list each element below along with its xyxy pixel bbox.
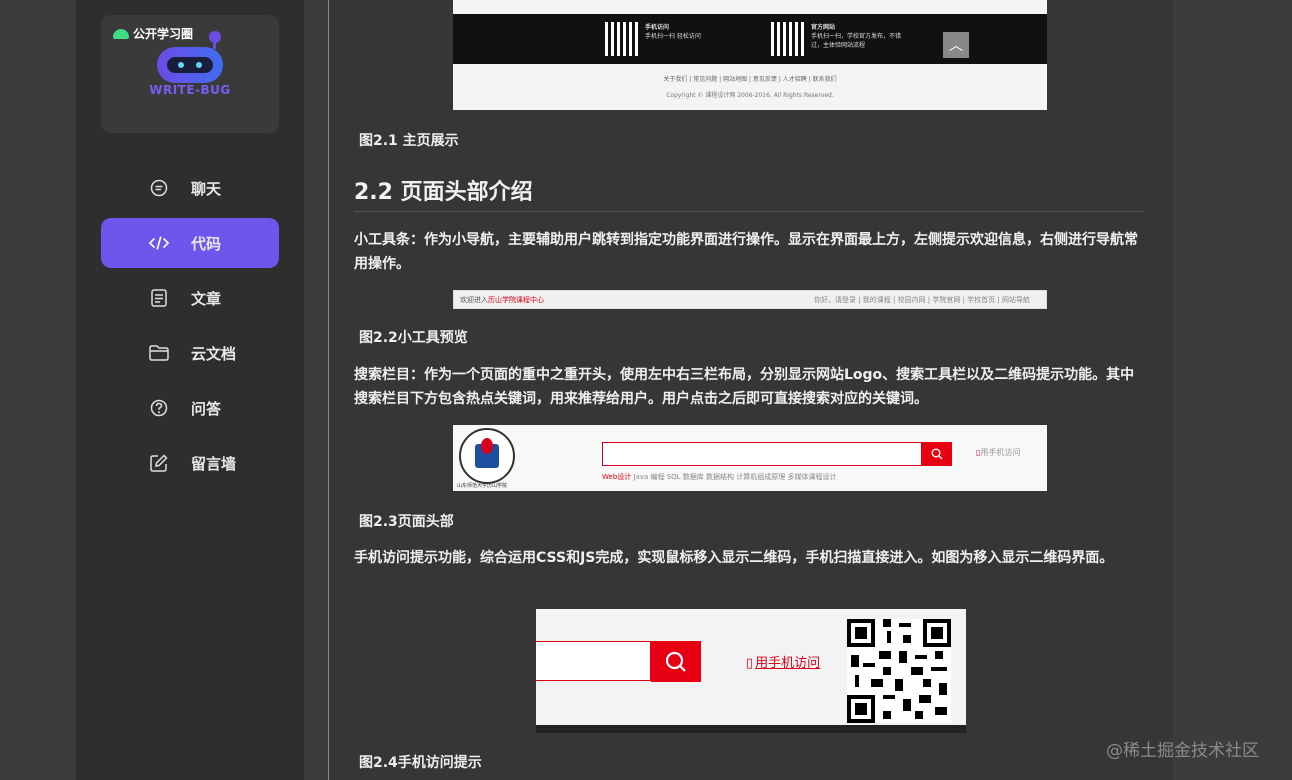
logo-badge-text: 公开学习圈 xyxy=(133,27,194,41)
section-heading: 2.2 页面头部介绍 xyxy=(354,180,533,205)
back-to-top-icon: ︿ xyxy=(943,32,969,58)
qr-code-icon xyxy=(771,22,805,56)
figure-page-header: 山东师范大学历山学院 ▯用手机访问 Web设计 Java 编程 SQL 数据库 … xyxy=(453,425,1047,491)
sidebar-item-label: 聊天 xyxy=(191,179,222,198)
chat-icon xyxy=(149,178,169,198)
sidebar-item-message-wall[interactable]: 留言墙 xyxy=(101,438,279,488)
logo-badge: 公开学习圈 xyxy=(113,25,193,42)
edit-icon xyxy=(149,453,169,473)
school-emblem-icon xyxy=(459,428,515,484)
sidebar-nav: 聊天 代码 文章 云文档 问答 留言墙 xyxy=(101,163,279,493)
figure-caption: 图2.3页面头部 xyxy=(359,514,454,530)
figure-homepage-footer: 手机访问 手机扫一扫 轻松访问 官方网站 手机扫一扫，学校官方发布，不错过，主体… xyxy=(453,0,1047,110)
qr-code-icon xyxy=(605,22,639,56)
figure-caption: 图2.1 主页展示 xyxy=(359,133,459,149)
sidebar-item-cloud-docs[interactable]: 云文档 xyxy=(101,328,279,378)
qr-code-icon xyxy=(847,619,951,723)
phone-icon: ▯ xyxy=(746,656,754,671)
heading-divider xyxy=(354,211,1145,212)
logo-text: WRITE-BUG xyxy=(149,83,231,97)
sidebar-item-label: 问答 xyxy=(191,399,222,418)
right-pane xyxy=(1173,0,1292,780)
figure-bottom-bar xyxy=(536,725,966,733)
article-icon xyxy=(149,288,169,308)
mobile-access-link: ▯用手机访问 xyxy=(976,447,1020,458)
figure-caption: 图2.4手机访问提示 xyxy=(359,755,482,771)
search-icon xyxy=(922,442,952,466)
figure-caption: 图2.2小工具预览 xyxy=(359,330,468,346)
paragraph: 搜索栏目：作为一个页面的重中之重开头，使用左中右三栏布局，分别显示网站Logo、… xyxy=(354,367,1135,407)
hot-keywords: Web设计 Java 编程 SQL 数据库 数据结构 计算机组成原理 多媒体课程… xyxy=(602,472,836,482)
footer-links: 关于我们 | 常见问题 | 网站地图 | 意见反馈 | 人才招聘 | 联系我们 xyxy=(663,76,837,83)
footer-dark-band: 手机访问 手机扫一扫 轻松访问 官方网站 手机扫一扫，学校官方发布，不错过，主体… xyxy=(453,14,1047,64)
left-gutter xyxy=(0,0,76,780)
toolbar-links: 你好，请登录 | 我的课程 | 校园内网 | 学院官网 | 学校首页 | 网站导… xyxy=(813,296,1030,304)
article-content: 手机访问 手机扫一扫 轻松访问 官方网站 手机扫一扫，学校官方发布，不错过，主体… xyxy=(328,0,1174,780)
paragraph: 手机访问提示功能，综合运用CSS和JS完成，实现鼠标移入显示二维码，手机扫描直接… xyxy=(354,550,1114,566)
folder-icon xyxy=(149,343,169,363)
sidebar-item-label: 代码 xyxy=(191,234,222,253)
question-icon xyxy=(149,398,169,418)
hot-keyword-first: Web设计 xyxy=(602,473,632,481)
welcome-site: 历山学院课程中心 xyxy=(488,296,544,304)
qr1-title: 手机访问 xyxy=(645,24,670,31)
watermark: @稀土掘金技术社区 xyxy=(1106,741,1259,761)
search-input xyxy=(602,442,922,466)
sidebar-item-article[interactable]: 文章 xyxy=(101,273,279,323)
search-input xyxy=(536,641,651,681)
paragraph: 小工具条：作为小导航，主要辅助用户跳转到指定功能界面进行操作。显示在界面最上方，… xyxy=(354,232,1138,272)
mobile-access-text: 用手机访问 xyxy=(755,656,821,671)
sidebar: 公开学习圈 WRITE-BUG 聊天 代码 文章 云文档 问答 留言墙 xyxy=(76,0,304,780)
sidebar-item-label: 文章 xyxy=(191,289,222,308)
figure-mobile-access: ▯ 用手机访问 xyxy=(536,609,966,733)
school-name: 山东师范大学历山学院 xyxy=(457,483,508,489)
sidebar-item-label: 留言墙 xyxy=(191,454,237,473)
qr2-title: 官方网站 xyxy=(811,24,836,31)
sidebar-item-chat[interactable]: 聊天 xyxy=(101,163,279,213)
qr2-desc: 手机扫一扫，学校官方发布，不错过，主体验网站流程 xyxy=(811,33,902,49)
code-icon xyxy=(149,233,169,253)
welcome-prefix: 欢迎进入 xyxy=(460,296,488,304)
figure-toolbar-preview: 欢迎进入历山学院课程中心 你好，请登录 | 我的课程 | 校园内网 | 学院官网… xyxy=(453,290,1047,309)
sidebar-item-code[interactable]: 代码 xyxy=(101,218,279,268)
sidebar-item-qa[interactable]: 问答 xyxy=(101,383,279,433)
logo-card[interactable]: 公开学习圈 WRITE-BUG xyxy=(101,15,279,133)
hot-keywords-rest: Java 编程 SQL 数据库 数据结构 计算机组成原理 多媒体课程设计 xyxy=(631,473,837,481)
search-icon xyxy=(651,641,701,682)
qr1-desc: 手机扫一扫 轻松访问 xyxy=(645,33,701,40)
mobile-access-text: 用手机访问 xyxy=(980,448,1021,457)
sidebar-item-label: 云文档 xyxy=(191,344,237,363)
toolbar-welcome: 欢迎进入历山学院课程中心 xyxy=(460,295,544,305)
mobile-access-link: ▯用手机访问 xyxy=(746,652,820,671)
footer-copyright: Copyright © 课程设计网 2006-2016. All Rights … xyxy=(666,92,834,99)
android-icon xyxy=(113,28,129,39)
